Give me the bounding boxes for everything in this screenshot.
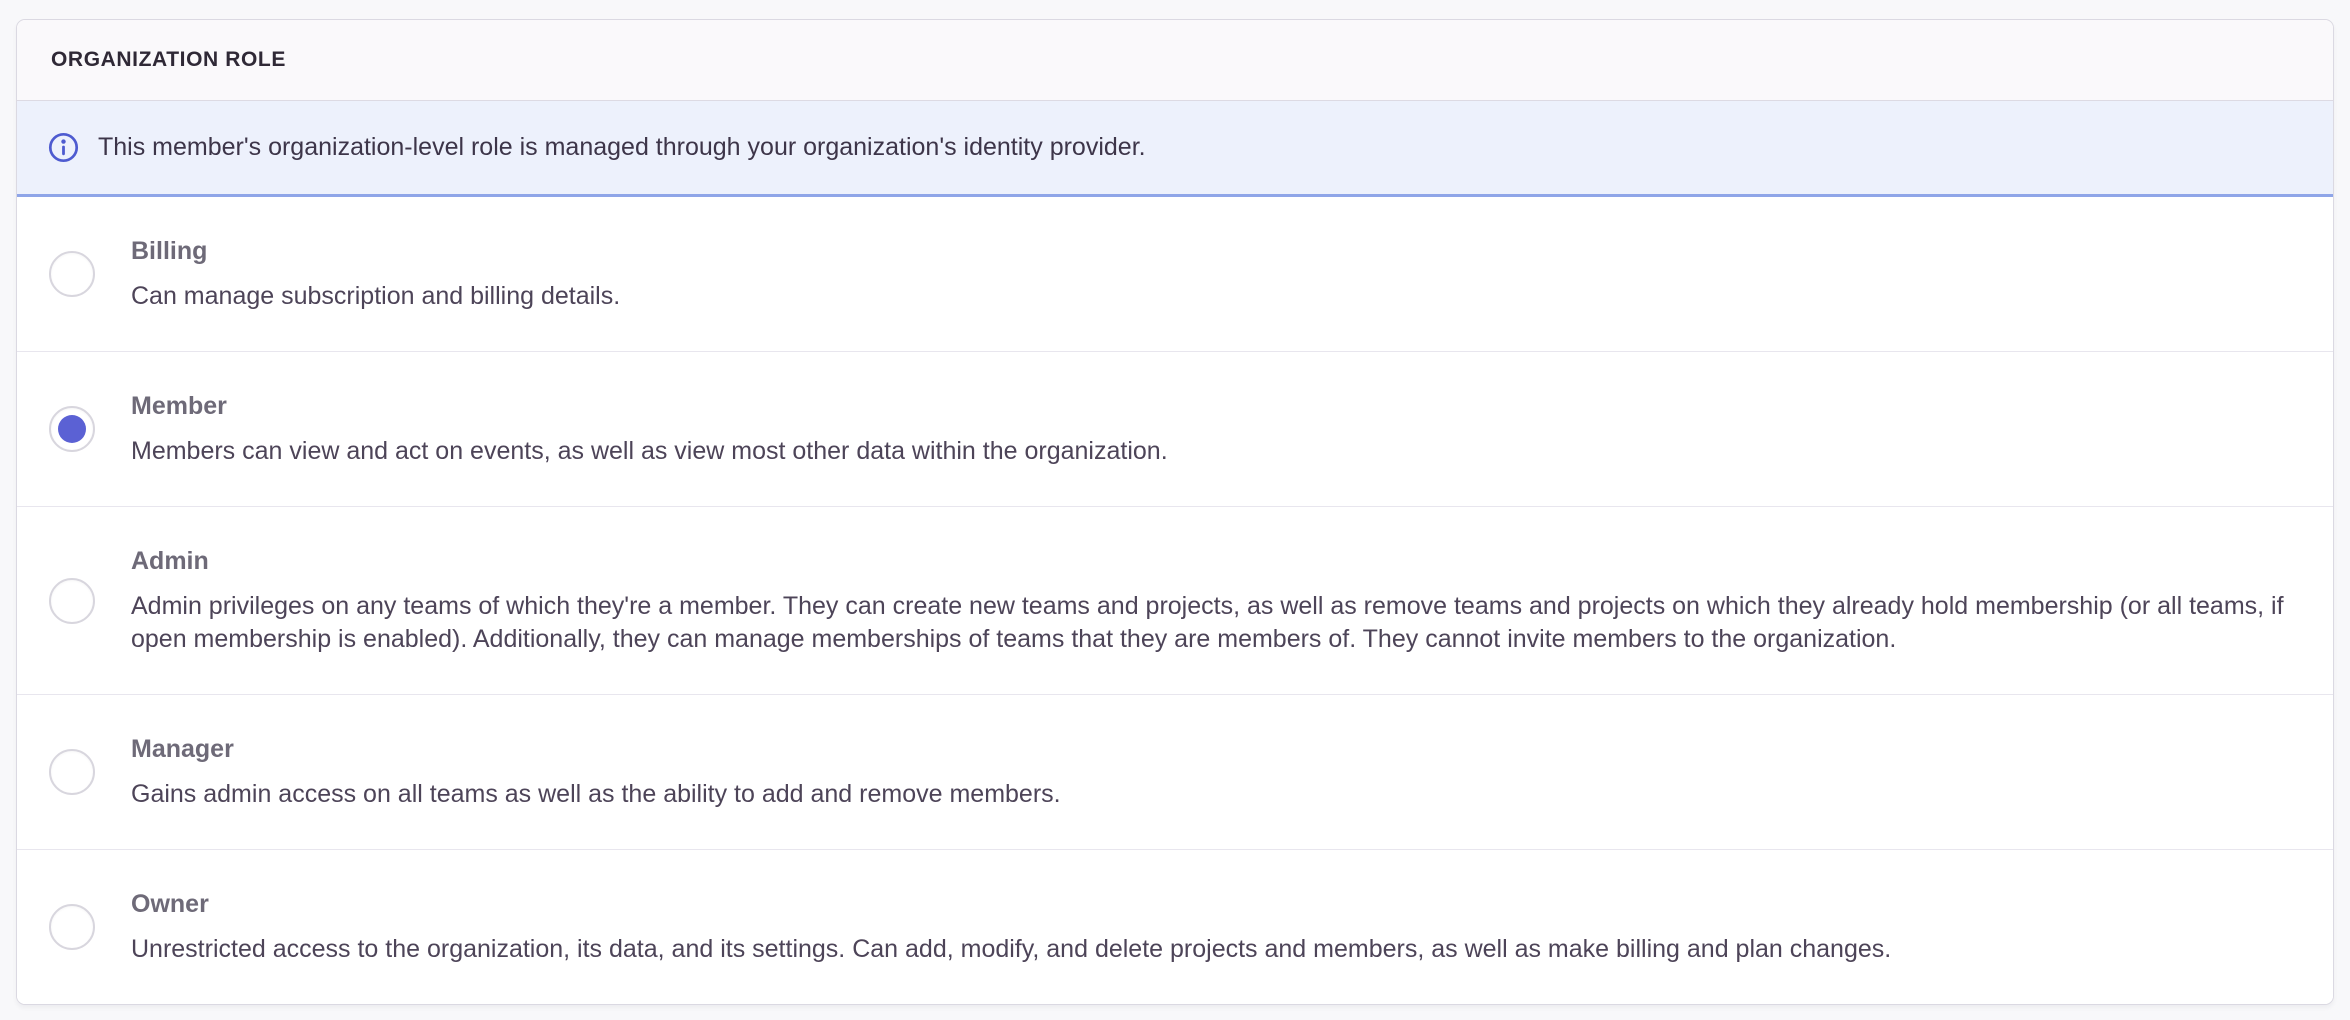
role-description: Admin privileges on any teams of which t… — [131, 590, 2293, 656]
role-title: Member — [131, 390, 1168, 423]
role-description: Can manage subscription and billing deta… — [131, 280, 620, 313]
role-title: Manager — [131, 733, 1061, 766]
banner-text: This member's organization-level role is… — [98, 131, 1146, 164]
role-radio-admin[interactable] — [49, 578, 95, 624]
role-radio-member[interactable] — [49, 406, 95, 452]
idp-info-banner: This member's organization-level role is… — [17, 101, 2333, 197]
role-options-list: Billing Can manage subscription and bill… — [17, 197, 2333, 1004]
role-row-manager[interactable]: Manager Gains admin access on all teams … — [17, 695, 2333, 850]
role-title: Owner — [131, 888, 1891, 921]
role-description: Unrestricted access to the organization,… — [131, 933, 1891, 966]
role-row-member[interactable]: Member Members can view and act on event… — [17, 352, 2333, 507]
role-radio-billing[interactable] — [49, 251, 95, 297]
organization-role-panel: ORGANIZATION ROLE This member's organiza… — [16, 19, 2334, 1005]
role-row-billing[interactable]: Billing Can manage subscription and bill… — [17, 197, 2333, 352]
role-title: Billing — [131, 235, 620, 268]
role-title: Admin — [131, 545, 2293, 578]
role-description: Members can view and act on events, as w… — [131, 435, 1168, 468]
role-row-admin[interactable]: Admin Admin privileges on any teams of w… — [17, 507, 2333, 695]
panel-header: ORGANIZATION ROLE — [17, 20, 2333, 101]
role-radio-manager[interactable] — [49, 749, 95, 795]
info-icon — [48, 132, 79, 163]
role-row-owner[interactable]: Owner Unrestricted access to the organiz… — [17, 850, 2333, 1004]
role-description: Gains admin access on all teams as well … — [131, 778, 1061, 811]
panel-title: ORGANIZATION ROLE — [51, 48, 286, 71]
role-radio-owner[interactable] — [49, 904, 95, 950]
